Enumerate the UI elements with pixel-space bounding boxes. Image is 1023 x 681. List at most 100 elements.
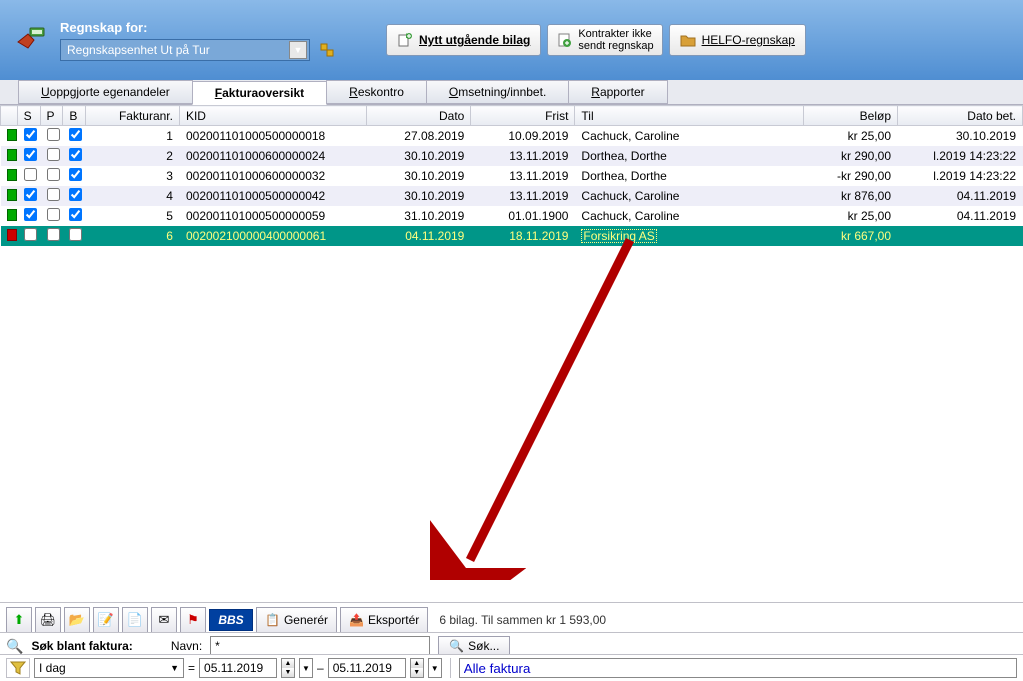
generate-button[interactable]: 📋 Generér [256, 607, 337, 633]
col-s-checkbox[interactable] [24, 168, 37, 181]
col-frist[interactable]: Frist [471, 106, 575, 126]
configure-icon[interactable] [318, 41, 336, 59]
magnifier-icon: 🔍 [449, 639, 464, 653]
col-b-checkbox[interactable] [69, 188, 82, 201]
filter-icon[interactable] [6, 658, 30, 678]
tab-fakturaoversikt[interactable]: Fakturaoversikt [192, 81, 327, 105]
dropdown-value: Regnskapsenhet Ut på Tur [67, 43, 210, 57]
table-row[interactable]: 200200110100060000002430.10.201913.11.20… [1, 146, 1023, 166]
col-b-checkbox[interactable] [69, 168, 82, 181]
col-b-checkbox[interactable] [69, 128, 82, 141]
filter-bar: I dag ▼ = ▲▼ ▼ – ▲▼ ▼ [0, 654, 1023, 681]
document-icon: 📄 [127, 612, 143, 628]
col-p[interactable]: P [40, 106, 63, 126]
date-from-spinner[interactable]: ▲▼ [281, 658, 295, 678]
invoice-table-wrap: S P B Fakturanr. KID Dato Frist Til Belø… [0, 105, 1023, 595]
new-outgoing-label: Nytt utgående bilag [419, 33, 530, 47]
period-select[interactable]: I dag ▼ [34, 658, 184, 678]
col-s-checkbox[interactable] [24, 208, 37, 221]
tab-uoppgjorte[interactable]: Uoppgjorte egenandeler [18, 80, 193, 104]
print-button[interactable]: 🖨 [35, 607, 61, 633]
helfo-button[interactable]: HELFO-regnskap [669, 24, 806, 56]
helfo-label: HELFO-regnskap [702, 33, 795, 47]
col-til[interactable]: Til [575, 106, 804, 126]
col-p-checkbox[interactable] [47, 148, 60, 161]
tab-reskontro[interactable]: Reskontro [326, 80, 427, 104]
edit-icon: 📝 [98, 612, 114, 628]
search-name-input[interactable] [210, 636, 430, 656]
col-b-checkbox[interactable] [69, 228, 82, 241]
col-fakturanr[interactable]: Fakturanr. [86, 106, 180, 126]
flag-button[interactable]: ⚑ [180, 607, 206, 633]
col-dato[interactable]: Dato [367, 106, 471, 126]
col-s-checkbox[interactable] [24, 148, 37, 161]
search-button[interactable]: 🔍 Søk... [438, 636, 510, 656]
col-p-checkbox[interactable] [47, 228, 60, 241]
app-icon [14, 22, 50, 58]
flag-icon: ⚑ [187, 612, 199, 628]
search-title: Søk blant faktura: [31, 639, 132, 653]
mail-button[interactable]: ✉ [151, 607, 177, 633]
col-b[interactable]: B [63, 106, 86, 126]
status-indicator [7, 169, 17, 181]
doc-button[interactable]: 📄 [122, 607, 148, 633]
tab-omsetning[interactable]: Omsetning/innbet. [426, 80, 569, 104]
summary-text: 6 bilag. Til sammen kr 1 593,00 [439, 613, 606, 627]
mail-icon: ✉ [159, 612, 170, 628]
bbs-logo: BBS [209, 609, 253, 631]
export-button[interactable]: 📤 Eksportér [340, 607, 428, 633]
navn-label: Navn: [171, 639, 202, 653]
header-label: Regnskap for: [60, 20, 336, 35]
col-s[interactable]: S [17, 106, 40, 126]
table-header-row: S P B Fakturanr. KID Dato Frist Til Belø… [1, 106, 1023, 126]
folder-open-icon: 📂 [69, 612, 85, 628]
status-indicator [7, 149, 17, 161]
edit-button[interactable]: 📝 [93, 607, 119, 633]
binoculars-icon: 🔍 [6, 638, 23, 655]
table-row[interactable]: 600200210000040000006104.11.201918.11.20… [1, 226, 1023, 246]
tab-bar: Uoppgjorte egenandeler Fakturaoversikt R… [0, 80, 1023, 105]
table-row[interactable]: 100200110100050000001827.08.201910.09.20… [1, 126, 1023, 147]
account-unit-dropdown[interactable]: Regnskapsenhet Ut på Tur ▼ [60, 39, 310, 61]
arrow-up-icon: ⬆ [14, 612, 25, 628]
date-from-input[interactable] [199, 658, 277, 678]
period-value: I dag [39, 661, 66, 675]
col-p-checkbox[interactable] [47, 168, 60, 181]
chevron-down-icon[interactable]: ▼ [428, 658, 442, 678]
tab-rapporter[interactable]: Rapporter [568, 80, 667, 104]
chevron-down-icon: ▼ [170, 663, 179, 673]
generate-icon: 📋 [265, 613, 280, 627]
col-p-checkbox[interactable] [47, 208, 60, 221]
status-indicator [7, 189, 17, 201]
contracts-line2: sendt regnskap [578, 40, 653, 52]
date-to-spinner[interactable]: ▲▼ [410, 658, 424, 678]
col-belop[interactable]: Beløp [804, 106, 898, 126]
header-bar: Regnskap for: Regnskapsenhet Ut på Tur ▼… [0, 0, 1023, 80]
col-s-checkbox[interactable] [24, 188, 37, 201]
status-indicator [7, 129, 17, 141]
col-p-checkbox[interactable] [47, 188, 60, 201]
open-button[interactable]: 📂 [64, 607, 90, 633]
col-b-checkbox[interactable] [69, 208, 82, 221]
col-kid[interactable]: KID [179, 106, 366, 126]
chevron-down-icon[interactable]: ▼ [289, 41, 307, 59]
new-outgoing-button[interactable]: Nytt utgående bilag [386, 24, 541, 56]
col-p-checkbox[interactable] [47, 128, 60, 141]
chevron-down-icon[interactable]: ▼ [299, 658, 313, 678]
table-row[interactable]: 300200110100060000003230.10.201913.11.20… [1, 166, 1023, 186]
col-b-checkbox[interactable] [69, 148, 82, 161]
status-indicator [7, 209, 17, 221]
table-row[interactable]: 500200110100050000005931.10.201901.01.19… [1, 206, 1023, 226]
date-to-input[interactable] [328, 658, 406, 678]
col-status[interactable] [1, 106, 18, 126]
filter-text-input[interactable] [459, 658, 1017, 678]
up-arrow-button[interactable]: ⬆ [6, 607, 32, 633]
folder-icon [680, 32, 696, 48]
contract-icon [556, 32, 572, 48]
col-datobet[interactable]: Dato bet. [898, 106, 1023, 126]
col-s-checkbox[interactable] [24, 128, 37, 141]
invoice-table: S P B Fakturanr. KID Dato Frist Til Belø… [0, 105, 1023, 246]
contracts-not-sent-button[interactable]: Kontrakter ikkesendt regnskap [547, 24, 662, 56]
table-row[interactable]: 400200110100050000004230.10.201913.11.20… [1, 186, 1023, 206]
col-s-checkbox[interactable] [24, 228, 37, 241]
